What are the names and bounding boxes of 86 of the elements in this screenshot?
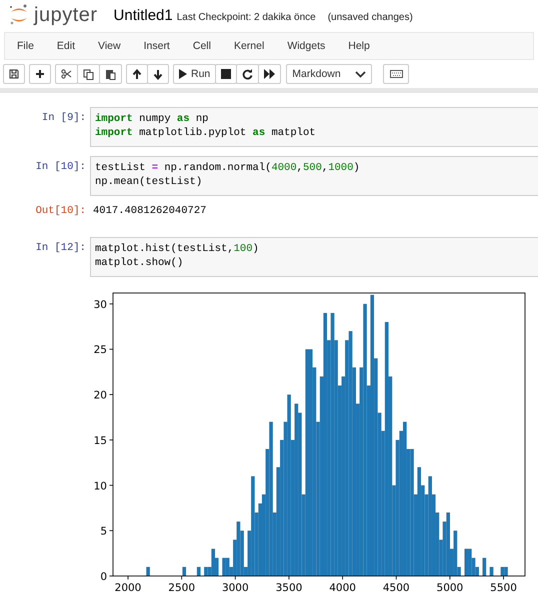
- y-axis-tick: 25: [94, 344, 114, 356]
- restart-icon: [242, 68, 254, 80]
- menu-item[interactable]: Cell: [192, 40, 211, 52]
- x-axis-tick: 5500: [490, 576, 517, 594]
- stop-icon: [221, 69, 232, 79]
- input-prompt: In [10]:: [34, 160, 87, 173]
- code-line: matplot.hist(testList,100): [95, 242, 260, 256]
- x-tick-label: 4500: [382, 582, 410, 594]
- y-axis-tick: 5: [100, 526, 114, 538]
- y-axis-tick: 20: [94, 390, 114, 402]
- output-text: 4017.4081262040727: [92, 205, 206, 217]
- x-tick-label: 5500: [490, 582, 517, 594]
- menu-item[interactable]: Kernel: [234, 40, 264, 52]
- notebook-title[interactable]: Untitled1: [114, 6, 173, 24]
- paste-button[interactable]: [99, 64, 122, 84]
- x-tick-label: 5000: [436, 582, 464, 594]
- menu-item[interactable]: Help: [348, 40, 370, 52]
- x-tick-label: 2000: [114, 582, 142, 594]
- x-axis-tick: 2500: [168, 576, 196, 594]
- x-axis-tick: 2000: [114, 576, 142, 594]
- stop-button[interactable]: [215, 64, 238, 84]
- scissors-icon: [61, 69, 72, 79]
- code-line: import matplotlib.pyplot as matplot: [95, 126, 317, 140]
- y-axis-tick: 15: [94, 434, 114, 447]
- menu-item[interactable]: Edit: [56, 40, 76, 52]
- code-cell[interactable]: matplot.hist(testList,100) matplot.show(): [90, 237, 538, 277]
- x-axis-tick: 4500: [382, 576, 410, 594]
- y-axis-tick: 0: [100, 571, 114, 583]
- x-axis-tick: 3500: [276, 576, 302, 594]
- y-tick-label: 0: [100, 571, 107, 583]
- menu-item[interactable]: File: [17, 40, 34, 52]
- cell-type-dropdown[interactable]: Markdown: [286, 64, 372, 84]
- clipboard-icon: [105, 68, 116, 80]
- fast-forward-button[interactable]: [258, 64, 282, 84]
- keyboard-button[interactable]: [383, 64, 410, 84]
- move-down-button[interactable]: [147, 64, 169, 84]
- copy-icon: [83, 68, 94, 80]
- menu-item[interactable]: View: [98, 40, 121, 52]
- input-prompt: In [9]:: [40, 111, 87, 124]
- play-icon: [179, 69, 187, 79]
- x-tick-label: 4000: [329, 582, 356, 594]
- x-tick-label: 2500: [168, 582, 196, 594]
- histogram-bar: [182, 566, 186, 576]
- histogram-bar: [196, 566, 201, 576]
- arrow-down-icon: [153, 68, 163, 80]
- output-prompt: Out[10]:: [34, 205, 87, 217]
- copy-button[interactable]: [77, 64, 100, 84]
- y-tick-label: 25: [94, 344, 107, 356]
- code-line: import numpy as np: [95, 112, 210, 126]
- code-line: testList = np.random.normal(4000,500,1000): [95, 161, 361, 175]
- move-up-button[interactable]: [126, 64, 148, 84]
- y-tick-label: 5: [100, 526, 107, 538]
- menu-item[interactable]: Widgets: [287, 40, 326, 52]
- x-tick-label: 3000: [222, 582, 249, 594]
- y-tick-label: 20: [94, 390, 107, 402]
- cut-button[interactable]: [55, 64, 78, 84]
- save-button[interactable]: [3, 64, 25, 84]
- fast-forward-icon: [264, 69, 276, 79]
- chevron-down-icon: [355, 70, 366, 78]
- arrow-up-icon: [132, 68, 142, 80]
- x-axis-tick: 3000: [222, 576, 249, 594]
- x-tick-label: 3500: [276, 582, 302, 594]
- code-line: np.mean(testList): [95, 175, 204, 189]
- y-tick-label: 30: [94, 298, 107, 311]
- code-cell[interactable]: import numpy as np import matplotlib.pyplot as matplot: [90, 107, 538, 147]
- code-line: matplot.show(): [95, 256, 184, 270]
- histogram-bar: [146, 566, 150, 576]
- save-status: (unsaved changes): [328, 10, 413, 22]
- jupyter-logo-text[interactable]: jupyter: [34, 4, 98, 26]
- histogram-bar: [482, 558, 486, 576]
- code-cell[interactable]: testList = np.random.normal(4000,500,1000) np.mean(testList): [90, 156, 538, 196]
- keyboard-icon: [390, 70, 403, 78]
- plus-icon: [35, 69, 45, 79]
- y-tick-label: 10: [94, 480, 107, 492]
- checkpoint-text: Last Checkpoint: 2 dakika önce: [176, 10, 316, 22]
- x-axis-tick: 4000: [329, 576, 356, 594]
- x-axis-tick: 5000: [436, 576, 464, 594]
- add-cell-button[interactable]: [29, 64, 51, 84]
- menu-item[interactable]: Insert: [144, 40, 170, 52]
- restart-button[interactable]: [236, 64, 260, 84]
- histogram-bar: [490, 566, 494, 576]
- y-axis-tick: 10: [94, 480, 114, 492]
- input-prompt: In [12]:: [34, 241, 87, 254]
- y-tick-label: 15: [94, 434, 107, 447]
- y-axis-tick: 30: [94, 298, 114, 311]
- run-button[interactable]: Run: [173, 64, 216, 84]
